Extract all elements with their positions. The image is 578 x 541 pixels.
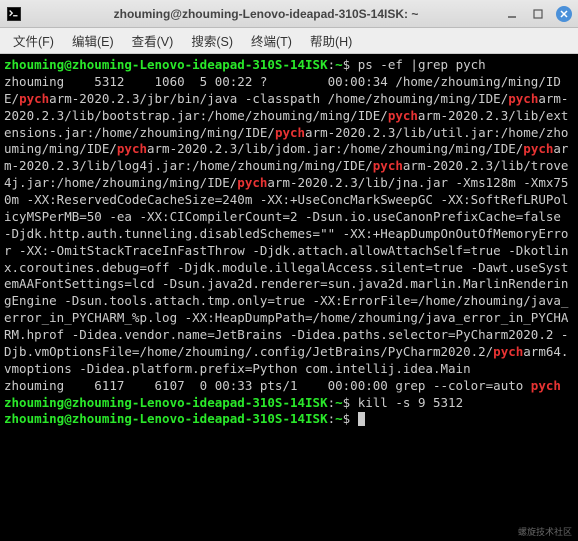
command-text: kill -s 9 5312 [358,395,463,410]
ps-text: arm-2020.2.3/lib/jna.jar -Xms128m -Xmx75… [4,175,568,359]
ps-text: arm-2020.2.3/lib/jdom.jar:/home/zhouming… [147,141,523,156]
close-button[interactable] [556,6,572,22]
window-titlebar: zhouming@zhouming-Lenovo-ideapad-310S-14… [0,0,578,28]
grep-match: pych [508,91,538,106]
watermark-text: 螺旋技术社区 [518,527,572,539]
prompt-userhost: zhouming@zhouming-Lenovo-ideapad-310S-14… [4,395,328,410]
minimize-button[interactable] [504,6,520,22]
menu-bar: 文件(F) 编辑(E) 查看(V) 搜索(S) 终端(T) 帮助(H) [0,28,578,54]
terminal-cursor [358,412,365,426]
maximize-button[interactable] [530,6,546,22]
menu-help[interactable]: 帮助(H) [301,28,361,53]
ps-text: arm-2020.2.3/jbr/bin/java -classpath /ho… [49,91,508,106]
terminal-app-icon [6,6,22,22]
terminal-body[interactable]: zhouming@zhouming-Lenovo-ideapad-310S-14… [0,54,578,541]
menu-file[interactable]: 文件(F) [4,28,63,53]
grep-match: pych [275,125,305,140]
grep-match: pych [388,108,418,123]
menu-terminal[interactable]: 终端(T) [242,28,301,53]
grep-match: pych [493,344,523,359]
grep-match: pych [531,378,561,393]
prompt-userhost: zhouming@zhouming-Lenovo-ideapad-310S-14… [4,57,328,72]
grep-match: pych [523,141,553,156]
window-title: zhouming@zhouming-Lenovo-ideapad-310S-14… [28,7,504,21]
grep-match: pych [237,175,267,190]
grep-match: pych [117,141,147,156]
prompt-cwd: ~ [335,57,343,72]
menu-view[interactable]: 查看(V) [123,28,183,53]
menu-edit[interactable]: 编辑(E) [63,28,123,53]
ps-row-2-prefix: zhouming 6117 6107 0 00:33 pts/1 00:00:0… [4,378,531,393]
grep-match: pych [373,158,403,173]
command-text: ps -ef |grep pych [358,57,486,72]
prompt-cwd: ~ [335,395,343,410]
grep-match: pych [19,91,49,106]
prompt-cwd: ~ [335,411,343,426]
menu-search[interactable]: 搜索(S) [182,28,242,53]
window-controls [504,6,572,22]
prompt-userhost: zhouming@zhouming-Lenovo-ideapad-310S-14… [4,411,328,426]
